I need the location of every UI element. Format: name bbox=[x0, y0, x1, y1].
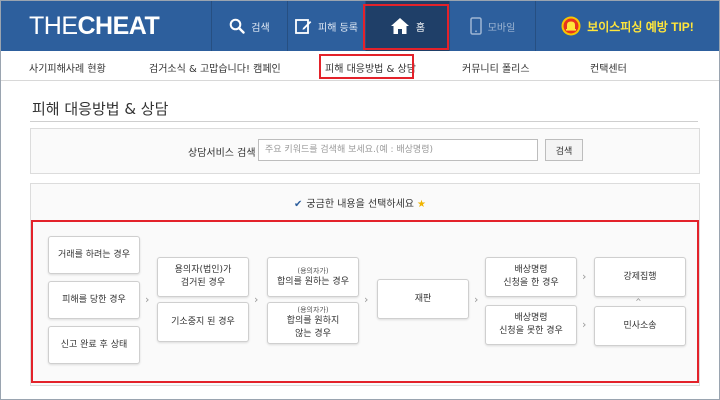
highlight-home bbox=[363, 4, 449, 50]
page-title: 피해 대응방법 & 상담 bbox=[32, 100, 169, 118]
nav-report-label: 피해 등록 bbox=[318, 22, 358, 34]
step-no-settlement[interactable]: (용의자가) 합의를 원하지 않는 경우 bbox=[267, 302, 359, 344]
subnav-fraud-cases[interactable]: 사기피해사례 현황 bbox=[29, 60, 106, 75]
nav-report[interactable]: 피해 등록 bbox=[287, 1, 365, 51]
nav-tip-label: 보이스피싱 예방 TIP! bbox=[587, 19, 694, 34]
chevron-right-icon: › bbox=[582, 318, 587, 331]
chevron-right-icon: › bbox=[145, 293, 150, 306]
nav-search-label: 검색 bbox=[251, 22, 270, 34]
step-label-line2: 않는 경우 bbox=[295, 329, 331, 339]
step-trial[interactable]: 재판 bbox=[377, 279, 469, 319]
step-indictment-suspended[interactable]: 기소중지 된 경우 bbox=[157, 302, 249, 342]
step-victimized[interactable]: 피해를 당한 경우 bbox=[48, 281, 140, 319]
site-logo[interactable]: THECHEAT bbox=[29, 12, 160, 41]
step-label-line1: 합의를 원하지 bbox=[286, 316, 340, 326]
step-sublabel: (용의자가) bbox=[297, 266, 329, 275]
guide-prompt: ✔ 궁금한 내용을 선택하세요 ★ bbox=[0, 195, 720, 210]
subnav-arrest-news[interactable]: 검거소식 & 고맙습니다! 캠페인 bbox=[149, 60, 281, 75]
step-label: 민사소송 bbox=[623, 320, 657, 331]
guide-prompt-text: 궁금한 내용을 선택하세요 bbox=[306, 199, 414, 210]
step-civil-lawsuit[interactable]: 민사소송 bbox=[594, 306, 686, 346]
check-icon: ✔ bbox=[294, 199, 303, 210]
chevron-right-icon: › bbox=[582, 270, 587, 283]
step-after-report[interactable]: 신고 완료 후 상태 bbox=[48, 326, 140, 364]
step-label-line1: 용의자(법인)가 bbox=[174, 265, 232, 275]
edit-icon bbox=[295, 18, 312, 34]
top-navigation-bar: THECHEAT 검색 피해 등록 홈 모바일 보이스피싱 예방 TIP! bbox=[1, 1, 719, 51]
step-compensation-not-applied[interactable]: 배상명령 신청을 못한 경우 bbox=[485, 305, 577, 345]
step-label-line2: 검거된 경우 bbox=[180, 278, 226, 288]
mobile-icon bbox=[469, 17, 482, 35]
chevron-right-icon: › bbox=[254, 293, 259, 306]
nav-voice-phishing-tip[interactable]: 보이스피싱 예방 TIP! bbox=[535, 1, 719, 51]
step-suspect-arrested[interactable]: 용의자(법인)가 검거된 경우 bbox=[157, 257, 249, 297]
subnav-contact-center[interactable]: 컨택센터 bbox=[590, 60, 627, 75]
title-divider bbox=[30, 121, 698, 122]
alarm-bell-icon bbox=[561, 16, 581, 36]
step-before-trade[interactable]: 거래를 하려는 경우 bbox=[48, 236, 140, 274]
step-label-line1: 배상명령 bbox=[514, 313, 548, 323]
step-label: 피해를 당한 경우 bbox=[62, 294, 126, 305]
star-icon: ★ bbox=[416, 199, 426, 210]
highlight-subnav bbox=[319, 54, 414, 79]
search-input[interactable] bbox=[258, 139, 538, 161]
step-label: 기소중지 된 경우 bbox=[171, 316, 235, 327]
step-label: 합의를 원하는 경우 bbox=[277, 276, 349, 287]
chevron-right-icon: › bbox=[474, 293, 479, 306]
step-compensation-applied[interactable]: 배상명령 신청을 한 경우 bbox=[485, 257, 577, 297]
nav-search[interactable]: 검색 bbox=[211, 1, 287, 51]
step-sublabel: (용의자가) bbox=[297, 306, 329, 314]
search-icon bbox=[229, 18, 245, 34]
search-label: 상담서비스 검색 bbox=[188, 148, 256, 159]
chevron-up-icon: › bbox=[631, 297, 645, 302]
logo-cheat: CHEAT bbox=[77, 12, 160, 40]
nav-mobile-label: 모바일 bbox=[487, 22, 516, 34]
step-label: 신고 완료 후 상태 bbox=[60, 339, 128, 350]
step-label: 거래를 하려는 경우 bbox=[58, 249, 130, 260]
step-label-line2: 신청을 못한 경우 bbox=[499, 326, 563, 336]
nav-mobile[interactable]: 모바일 bbox=[449, 1, 535, 51]
step-label: 재판 bbox=[414, 293, 432, 304]
chevron-right-icon: › bbox=[364, 293, 369, 306]
search-button[interactable]: 검색 bbox=[545, 139, 583, 161]
step-label-line1: 배상명령 bbox=[514, 265, 548, 275]
step-label: 강제집행 bbox=[623, 271, 657, 282]
step-wants-settlement[interactable]: (용의자가) 합의를 원하는 경우 bbox=[267, 257, 359, 297]
step-forced-execution[interactable]: 강제집행 bbox=[594, 257, 686, 297]
logo-the: THE bbox=[29, 12, 78, 40]
step-label-line2: 신청을 한 경우 bbox=[503, 278, 559, 288]
subnav-community-police[interactable]: 커뮤니티 폴리스 bbox=[462, 60, 530, 75]
